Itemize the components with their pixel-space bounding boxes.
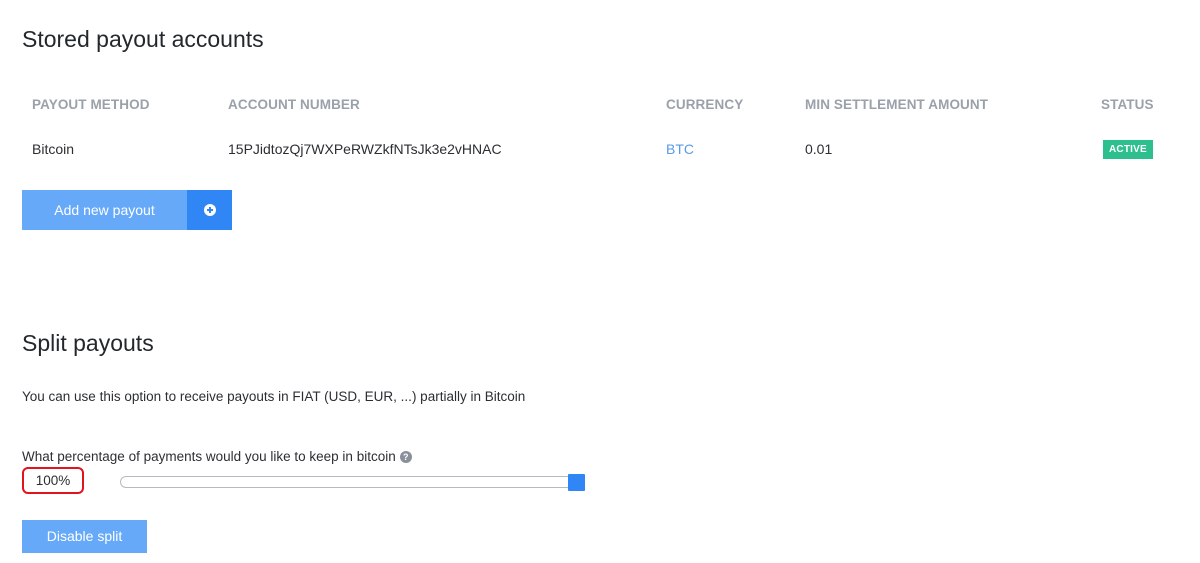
payout-method-cell: Bitcoin [32, 141, 75, 157]
split-description: You can use this option to receive payou… [22, 389, 526, 404]
add-new-payout-button[interactable]: Add new payout [22, 190, 232, 230]
split-payouts-title: Split payouts [22, 330, 154, 356]
split-percentage-question: What percentage of payments would you li… [22, 449, 412, 464]
slider-track[interactable] [120, 476, 585, 488]
stored-payout-accounts-title: Stored payout accounts [22, 26, 264, 52]
split-percentage-question-text: What percentage of payments would you li… [22, 449, 396, 464]
account-number-cell: 15PJidtozQj7WXPeRWZkfNTsJk3e2vHNAC [228, 141, 502, 157]
percentage-value-display[interactable]: 100% [22, 467, 84, 494]
disable-split-button[interactable]: Disable split [22, 520, 147, 553]
column-header-account-number: ACCOUNT NUMBER [228, 97, 360, 112]
percentage-slider[interactable] [120, 474, 585, 491]
status-badge: ACTIVE [1103, 140, 1153, 159]
column-header-status: STATUS [1101, 97, 1154, 112]
plus-circle-icon [203, 204, 216, 216]
column-header-currency: CURRENCY [666, 97, 744, 112]
min-settlement-cell: 0.01 [805, 141, 833, 157]
add-payout-icon-area[interactable] [187, 190, 232, 230]
add-new-payout-label: Add new payout [22, 190, 187, 230]
column-header-payout-method: PAYOUT METHOD [32, 97, 150, 112]
slider-handle[interactable] [568, 474, 585, 491]
currency-cell[interactable]: BTC [666, 141, 694, 157]
question-circle-icon[interactable]: ? [399, 450, 412, 463]
column-header-min-settlement-amount: MIN SETTLEMENT AMOUNT [805, 97, 989, 112]
